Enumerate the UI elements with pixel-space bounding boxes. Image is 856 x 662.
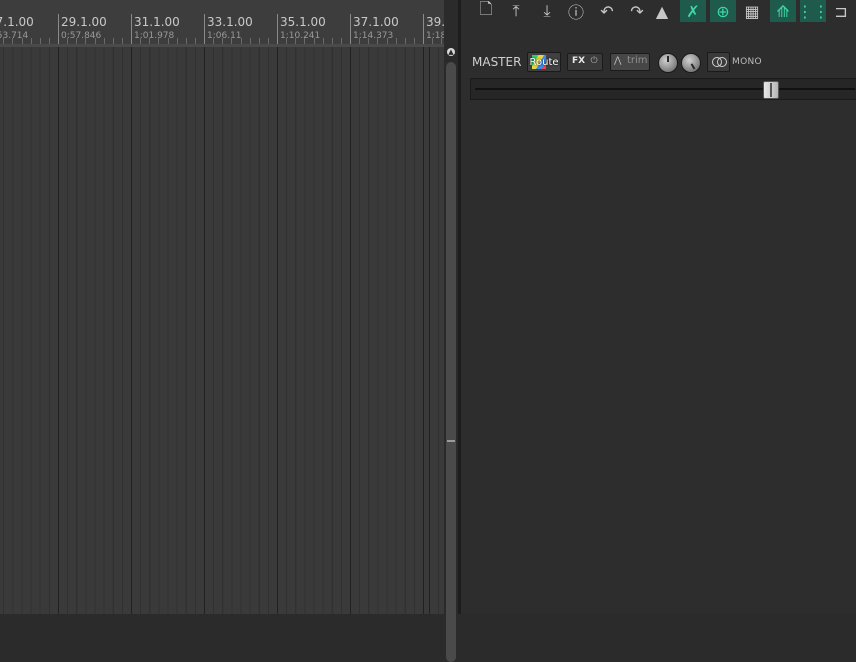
fader-handle-line (770, 83, 772, 97)
ruler-major-tick (58, 14, 59, 44)
route-label: Route (529, 56, 559, 68)
scrollbar-grip (447, 440, 455, 442)
stereo-rings-icon (712, 57, 727, 67)
ruler-major-tick (131, 14, 132, 44)
trim-button[interactable]: ⋀ trim (610, 53, 650, 71)
new-project-icon[interactable]: 🗋 (475, 0, 497, 22)
scrollbar-thumb[interactable] (446, 62, 456, 662)
vertical-scrollbar[interactable]: ▲ (444, 44, 458, 662)
knob-indicator (667, 56, 669, 62)
loop-icon[interactable]: ⊐ (831, 0, 851, 22)
volume-knob[interactable] (658, 53, 678, 73)
ripple-edit-icon[interactable]: ⟰ (770, 0, 796, 22)
fx-bypass-icon[interactable]: ⏻ (588, 55, 600, 67)
fx-button[interactable]: FX ⏻ (567, 53, 603, 71)
mono-button[interactable] (707, 52, 730, 72)
trim-label: trim (627, 55, 648, 66)
ruler-bar-label: 33.1.00 (207, 15, 253, 29)
metronome-icon[interactable]: ▲ (653, 0, 671, 22)
grid-icon[interactable]: ▦ (740, 0, 764, 22)
master-volume-fader[interactable] (470, 78, 856, 100)
snap-grid-icon[interactable]: ⋮⋮ (797, 0, 829, 22)
knob-indicator (690, 63, 696, 70)
timeline-ruler[interactable]: 27.1.000:53.71429.1.000:57.84631.1.001:0… (0, 0, 444, 45)
master-track-header: MASTER Route FX ⏻ ⋀ trim MONO (461, 50, 856, 76)
fader-groove (475, 88, 855, 90)
scroll-up-icon[interactable]: ▲ (447, 48, 455, 56)
arrange-view[interactable]: 27.1.000:53.71429.1.000:57.84631.1.001:0… (0, 0, 444, 614)
ruler-bar-label: 31.1.00 (134, 15, 180, 29)
ruler-major-tick (350, 14, 351, 44)
mono-label: MONO (732, 57, 762, 67)
auto-crossfade-icon[interactable]: ✗ (680, 0, 706, 22)
ruler-major-tick (277, 14, 278, 44)
ruler-bar-label: 39.1.00 (426, 15, 444, 29)
ruler-major-tick (204, 14, 205, 44)
open-project-icon[interactable]: ⤒ (504, 0, 528, 22)
ruler-bar-label: 29.1.00 (61, 15, 107, 29)
pan-knob[interactable] (681, 53, 701, 73)
link-icon[interactable]: ⊕ (710, 0, 736, 22)
save-project-icon[interactable]: ⤓ (535, 0, 559, 22)
undo-icon[interactable]: ↶ (594, 0, 620, 22)
route-button[interactable]: Route (527, 52, 561, 72)
redo-icon[interactable]: ↷ (624, 0, 650, 22)
ruler-bar-label: 27.1.00 (0, 15, 34, 29)
ruler-major-tick (423, 14, 424, 44)
track-area[interactable] (0, 47, 444, 614)
fader-handle[interactable] (763, 81, 779, 99)
master-track-name: MASTER (472, 55, 522, 69)
mixer-panel: 🗋 ⤒ ⤓ ⓘ ↶ ↷ ▲ ✗ ⊕ ▦ ⟰ ⋮⋮ ⊐ MASTER Route FX ⏻ ⋀ trim … (461, 0, 856, 614)
main-toolbar: 🗋 ⤒ ⤓ ⓘ ↶ ↷ ▲ ✗ ⊕ ▦ ⟰ ⋮⋮ ⊐ (461, 0, 856, 26)
ruler-bar-label: 35.1.00 (280, 15, 326, 29)
fx-label: FX (572, 56, 586, 66)
project-info-icon[interactable]: ⓘ (564, 0, 588, 22)
envelope-icon: ⋀ (614, 56, 622, 66)
ruler-bar-label: 37.1.00 (353, 15, 399, 29)
